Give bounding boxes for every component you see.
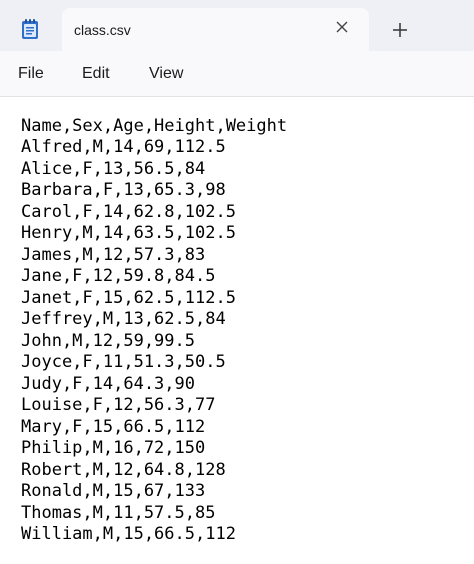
text-line: Ronald,M,15,67,133: [21, 481, 206, 501]
text-line: Name,Sex,Age,Height,Weight: [21, 116, 288, 136]
menu-file[interactable]: File: [18, 65, 44, 83]
text-editor[interactable]: Name,Sex,Age,Height,Weight Alfred,M,14,6…: [0, 97, 474, 564]
text-line: Henry,M,14,63.5,102.5: [21, 223, 236, 243]
menu-view[interactable]: View: [149, 65, 183, 83]
text-line: Robert,M,12,64.8,128: [21, 460, 226, 480]
tab-class-csv[interactable]: class.csv: [62, 8, 369, 51]
text-line: Barbara,F,13,65.3,98: [21, 180, 226, 200]
plus-icon[interactable]: [390, 20, 410, 40]
text-line: Alfred,M,14,69,112.5: [21, 137, 226, 157]
text-line: Janet,F,15,62.5,112.5: [21, 288, 236, 308]
text-line: Jane,F,12,59.8,84.5: [21, 266, 216, 286]
text-line: Thomas,M,11,57.5,85: [21, 503, 216, 523]
menu-bar: File Edit View: [0, 51, 474, 97]
close-icon[interactable]: [333, 18, 351, 36]
text-line: Carol,F,14,62.8,102.5: [21, 202, 236, 222]
text-line: Philip,M,16,72,150: [21, 438, 206, 458]
text-line: Jeffrey,M,13,62.5,84: [21, 309, 226, 329]
text-line: John,M,12,59,99.5: [21, 331, 195, 351]
text-line: Alice,F,13,56.5,84: [21, 159, 206, 179]
tab-title: class.csv: [74, 22, 131, 38]
text-line: Louise,F,12,56.3,77: [21, 395, 216, 415]
text-line: Joyce,F,11,51.3,50.5: [21, 352, 226, 372]
text-line: James,M,12,57.3,83: [21, 245, 206, 265]
title-bar: class.csv: [0, 0, 474, 51]
menu-edit[interactable]: Edit: [82, 65, 110, 83]
text-line: Mary,F,15,66.5,112: [21, 417, 206, 437]
notepad-icon: [22, 19, 38, 39]
text-line: Judy,F,14,64.3,90: [21, 374, 195, 394]
text-line: William,M,15,66.5,112: [21, 524, 236, 544]
